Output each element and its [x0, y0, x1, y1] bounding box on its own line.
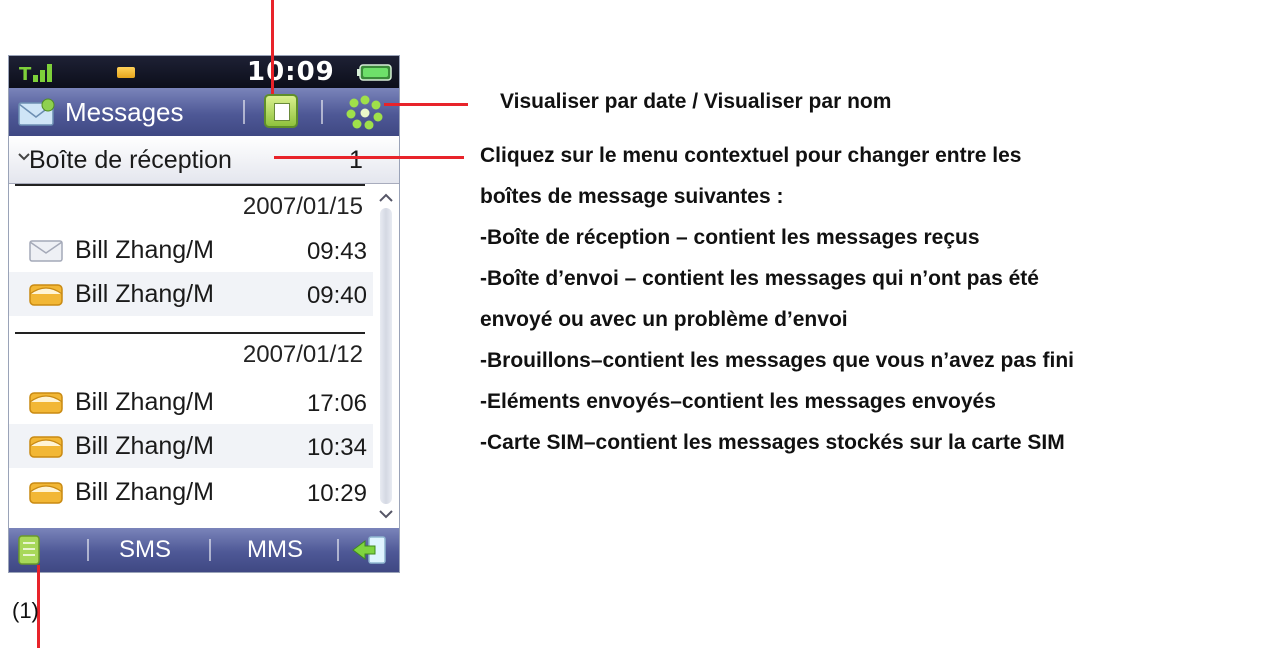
- message-list: 2007/01/15 Bill Zhang/M 09:43 Bill Zhang…: [9, 184, 399, 528]
- annotation-folder-line: envoyé ou avec un problème d’envoi: [480, 308, 848, 331]
- scroll-track[interactable]: [380, 208, 392, 504]
- message-row[interactable]: Bill Zhang/M 09:43: [9, 228, 373, 272]
- new-message-indicator-icon: [117, 67, 135, 78]
- chevron-down-icon[interactable]: [378, 506, 394, 522]
- status-bar: T 10:09: [9, 56, 399, 88]
- mms-button[interactable]: MMS: [247, 528, 303, 572]
- annotation-view-toggle: Visualiser par date / Visualiser par nom: [500, 90, 892, 113]
- message-sender: Bill Zhang/M: [75, 280, 214, 308]
- bottom-separator: [209, 539, 211, 561]
- back-button[interactable]: [351, 535, 391, 565]
- annotation-folder-line: -Boîte d’envoi – contient les messages q…: [480, 267, 1039, 290]
- app-title: Messages: [65, 97, 184, 127]
- message-row[interactable]: Bill Zhang/M 10:29: [9, 470, 373, 514]
- message-time: 09:40: [306, 282, 367, 309]
- sms-button[interactable]: SMS: [119, 528, 171, 572]
- message-time: 09:43: [306, 238, 367, 265]
- signal-strength-icon: T: [19, 64, 52, 83]
- annotation-label-1: (1): [12, 598, 39, 623]
- envelope-unread-icon: [29, 482, 63, 504]
- phone-screen: T 10:09 Messages Boîte de réception 1 20…: [8, 55, 400, 573]
- folder-dropdown[interactable]: Boîte de réception 1: [9, 136, 399, 184]
- chevron-up-icon[interactable]: [378, 190, 394, 206]
- pointer-line-folder: [274, 156, 464, 159]
- message-row[interactable]: Bill Zhang/M 10:34: [9, 424, 373, 468]
- cluster-dots-icon: [346, 95, 383, 130]
- bottom-separator: [87, 539, 89, 561]
- messages-envelope-icon: [18, 98, 55, 126]
- pointer-line-view-toggle-vertical: [271, 0, 274, 94]
- annotation-folder-line: -Carte SIM–contient les messages stockés…: [480, 431, 1065, 454]
- message-row[interactable]: Bill Zhang/M 17:06: [9, 380, 373, 424]
- message-sender: Bill Zhang/M: [75, 236, 214, 264]
- folder-name: Boîte de réception: [29, 146, 232, 174]
- group-date: 2007/01/15: [242, 193, 363, 220]
- date-group-header: 2007/01/12: [15, 332, 365, 376]
- battery-icon: [357, 64, 392, 81]
- title-bar: Messages: [9, 88, 399, 136]
- message-sender: Bill Zhang/M: [75, 478, 214, 506]
- list-scrollbar[interactable]: [375, 184, 397, 528]
- group-date: 2007/01/12: [242, 341, 363, 368]
- message-time: 10:34: [306, 434, 367, 461]
- title-separator: [243, 100, 245, 124]
- message-sender: Bill Zhang/M: [75, 388, 214, 416]
- message-sender: Bill Zhang/M: [75, 432, 214, 460]
- bottom-separator: [337, 539, 339, 561]
- envelope-unread-icon: [29, 436, 63, 458]
- message-time: 17:06: [306, 390, 367, 417]
- message-time: 10:29: [306, 480, 367, 507]
- folder-message-count: 1: [349, 146, 363, 174]
- view-toggle-button[interactable]: [264, 94, 298, 128]
- annotation-folder-line: -Eléments envoyés–contient les messages …: [480, 390, 996, 413]
- status-clock: 10:09: [247, 57, 335, 87]
- date-group-header: 2007/01/15: [15, 184, 365, 228]
- envelope-unread-icon: [29, 392, 63, 414]
- pointer-line-options: [384, 103, 468, 106]
- message-row[interactable]: Bill Zhang/M 09:40: [9, 272, 373, 316]
- bottom-bar: SMS MMS: [9, 528, 399, 572]
- annotation-folder-line: -Brouillons–contient les messages que vo…: [480, 349, 1074, 372]
- notes-button[interactable]: [17, 534, 41, 566]
- svg-text:T: T: [19, 64, 32, 83]
- annotation-folder-line: -Boîte de réception – contient les messa…: [480, 226, 980, 249]
- note-icon: [18, 535, 40, 565]
- envelope-read-icon: [29, 240, 63, 262]
- annotation-folder-line: boîtes de message suivantes :: [480, 185, 784, 208]
- title-separator: [321, 100, 323, 124]
- back-arrow-icon: [352, 536, 386, 564]
- annotation-folder-line: Cliquez sur le menu contextuel pour chan…: [480, 144, 1022, 167]
- calendar-icon: [274, 103, 290, 121]
- options-button[interactable]: [345, 94, 385, 130]
- envelope-unread-icon: [29, 284, 63, 306]
